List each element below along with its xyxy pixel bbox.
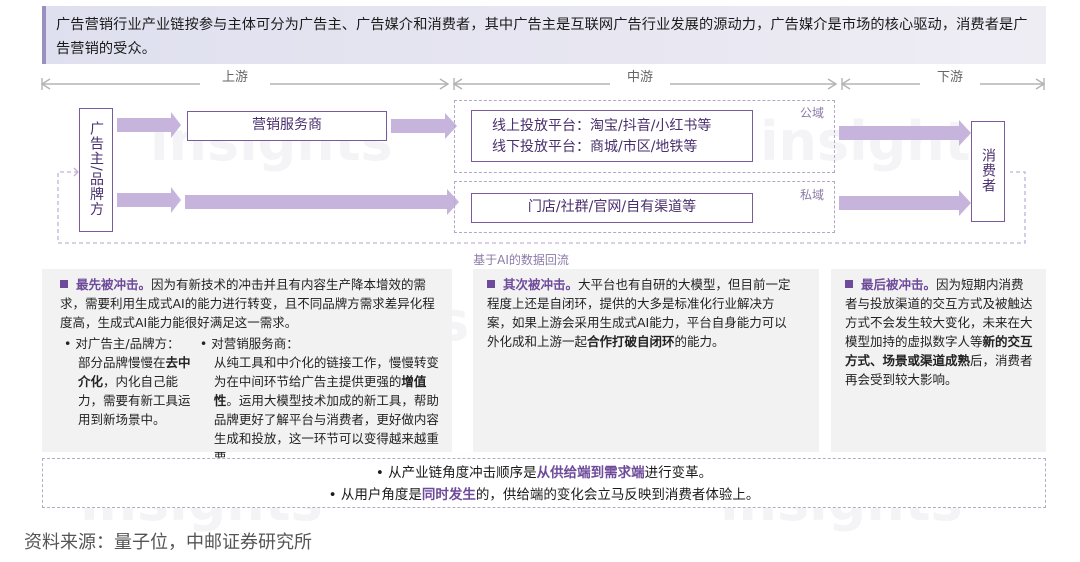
- stage-midstream-label: 中游: [610, 66, 670, 85]
- panel-upstream-impact: 最先被冲击。因为有新技术的冲击并且有内容生产降本增效的需求，需要利用生成式AI的…: [42, 269, 452, 465]
- panel-downstream-impact: 最后被冲击。因为短期内消费者与投放渠道的交互方式及被触达方式不会发生较大变化，未…: [831, 269, 1046, 452]
- consumer-arrows: [839, 120, 971, 216]
- feedback-label: 基于AI的数据回流: [456, 251, 586, 268]
- sub-advertiser-head: 对广告主/品牌方：: [75, 336, 180, 351]
- source-note: 资料来源：量子位，中邮证券研究所: [24, 532, 312, 553]
- midstream-arrow-bottom: [185, 189, 459, 215]
- midstream-impact-post: 的能力。: [674, 334, 725, 349]
- sub-advertiser: • 对广告主/品牌方： 部分品牌慢慢在去中介化，内化自己能力，需要有新工具运用到…: [64, 336, 191, 427]
- summary-l1-highlight: 从供给端到需求端: [536, 465, 645, 481]
- summary-l1-post: 进行变革。: [644, 465, 713, 481]
- public-platforms-box: 线上投放平台：淘宝/抖音/小红书等 线下投放平台：商城/市区/地铁等: [471, 110, 753, 162]
- intro-banner: 广告营销行业产业链按参与主体可分为广告主、广告媒介和消费者，其中广告主是互联网广…: [42, 6, 1046, 64]
- sub-provider-head: 对营销服务商：: [211, 336, 299, 351]
- public-domain-tag: 公域: [800, 106, 825, 120]
- midstream-impact-bold: 合作打破自闭环: [587, 334, 675, 349]
- advertiser-arrows: [117, 112, 181, 213]
- summary-line-2: • 从用户角度是同时发生的，供给端的变化会立马反映到消费者体验上。: [328, 487, 760, 503]
- midstream-impact-title: 其次被冲击。: [503, 277, 579, 292]
- online-platforms: 线上投放平台：淘宝/抖音/小红书等: [492, 118, 712, 134]
- summary-l2-highlight: 同时发生: [421, 487, 476, 503]
- stage-downstream-label: 下游: [920, 66, 980, 85]
- upstream-impact-text: 最先被冲击。因为有新技术的冲击并且有内容生产降本增效的需求，需要利用生成式AI的…: [60, 275, 442, 332]
- summary-l2-post: 的，供给端的变化会立马反映到消费者体验上。: [475, 487, 760, 503]
- advertiser-label: 广告主/品牌方: [88, 121, 104, 217]
- marketing-provider-box: 营销服务商: [187, 111, 387, 141]
- stage-axis: [40, 78, 1046, 90]
- consumer-box: 消费者: [971, 121, 1005, 222]
- panel-midstream-impact: 其次被冲击。大平台也有自研的大模型，但目前一定程度上还是自闭环，提供的大多是标准…: [473, 269, 819, 452]
- private-domain-tag: 私域: [800, 188, 825, 202]
- summary-line-1: • 从产业链角度冲击顺序是从供给端到需求端进行变革。: [375, 465, 713, 481]
- stage-upstream-label: 上游: [200, 66, 270, 85]
- bullet-square-icon: [60, 280, 68, 288]
- advertiser-box: 广告主/品牌方: [79, 108, 113, 232]
- private-channels-box: 门店/社群/官网/自有渠道等: [471, 193, 753, 223]
- sub-marketing-provider: • 对营销服务商： 从纯工具和中介化的链接工作，慢慢转变为在中间环节给广告主提供…: [198, 334, 442, 467]
- bullet-square-icon: [845, 280, 853, 288]
- summary-l2-pre: 从用户角度是: [340, 487, 422, 503]
- downstream-impact-title: 最后被冲击。: [861, 277, 937, 292]
- offline-platforms: 线下投放平台：商城/市区/地铁等: [492, 139, 698, 155]
- upstream-impact-title: 最先被冲击。: [76, 277, 152, 292]
- bullet-square-icon: [487, 280, 495, 288]
- summary-l1-pre: 从产业链角度冲击顺序是: [388, 465, 537, 481]
- sub-provider-post: 。运用大模型技术加成的新工具，帮助品牌更好了解平台与消费者，更好做内容生成和投放…: [213, 393, 439, 465]
- summary-box: • 从产业链角度冲击顺序是从供给端到需求端进行变革。 • 从用户角度是同时发生的…: [42, 458, 1046, 508]
- consumer-label: 消费者: [980, 148, 996, 193]
- sub-advertiser-pre: 部分品牌慢慢在: [78, 355, 166, 370]
